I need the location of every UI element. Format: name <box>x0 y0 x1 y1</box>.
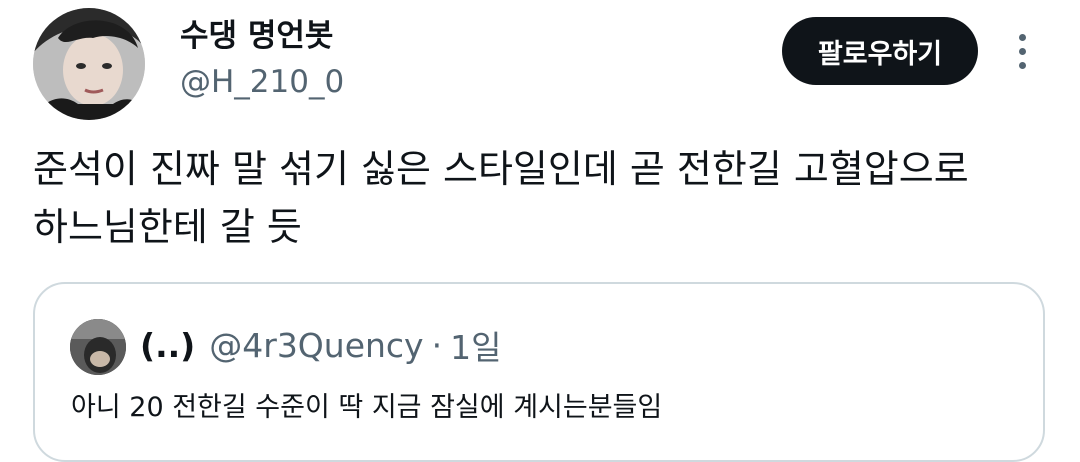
tweet-text-line: 준석이 진짜 말 섞기 싫은 스타일인데 곧 전한길 고혈압으로 <box>33 147 969 191</box>
quoted-author-avatar[interactable] <box>70 319 126 375</box>
author-avatar-image <box>33 8 145 120</box>
more-dot <box>1019 34 1026 41</box>
quoted-author-handle[interactable]: @4r3Quency <box>209 326 423 365</box>
quoted-author-name[interactable]: (..) <box>140 326 195 365</box>
author-display-name[interactable]: 수댕 명언봇 <box>180 16 333 56</box>
follow-button[interactable]: 팔로우하기 <box>782 17 978 85</box>
tweet-text: 준석이 진짜 말 섞기 싫은 스타일인데 곧 전한길 고혈압으로 하느님한테 갈… <box>33 140 1043 256</box>
header-separator: · <box>431 325 443 365</box>
tweet-text-line: 하느님한테 갈 듯 <box>33 205 302 249</box>
more-dot <box>1019 62 1026 69</box>
author-avatar[interactable] <box>33 8 145 120</box>
more-vertical-icon[interactable] <box>1008 28 1038 74</box>
quoted-tweet-header: (..) @4r3Quency · 1일 <box>140 320 501 370</box>
quoted-avatar-image <box>70 319 126 375</box>
quoted-tweet-card[interactable]: (..) @4r3Quency · 1일 아니 20 전한길 수준이 딱 지금 … <box>33 282 1045 462</box>
author-handle[interactable]: @H_210_0 <box>180 62 344 102</box>
more-dot <box>1019 48 1026 55</box>
quoted-tweet-timestamp[interactable]: 1일 <box>450 321 501 369</box>
quoted-tweet-text: 아니 20 전한길 수준이 딱 지금 잠실에 계시는분들임 <box>71 392 663 423</box>
